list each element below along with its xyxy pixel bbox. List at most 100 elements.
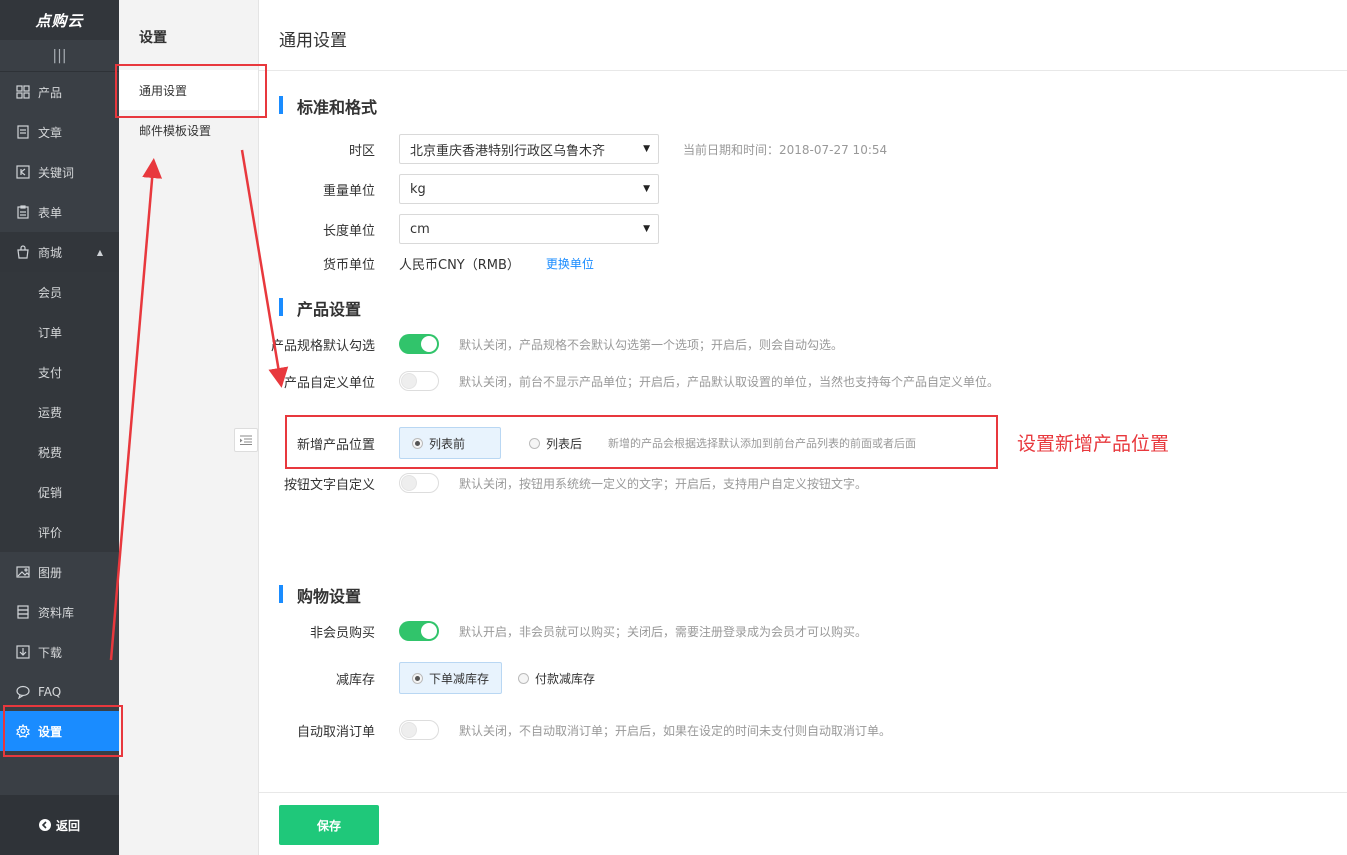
logo[interactable]: 点购云: [0, 0, 119, 40]
length-row: 长度单位 cm ▼: [259, 214, 659, 244]
spec-default-toggle[interactable]: [399, 334, 439, 354]
save-button[interactable]: 保存: [279, 805, 379, 845]
currency-value: 人民币CNY（RMB）: [399, 258, 520, 273]
spec-default-label: 产品规格默认勾选: [270, 338, 375, 354]
sidebar-item-label: 图册: [38, 565, 63, 580]
sidebar-item-label: 运费: [38, 405, 63, 420]
sidebar-item-forms[interactable]: 表单: [0, 192, 119, 232]
guest-purchase-toggle[interactable]: [399, 621, 439, 641]
sidebar-item-label: 会员: [38, 285, 63, 300]
sidebar-item-reviews[interactable]: 评价: [0, 512, 119, 552]
timezone-label: 时区: [348, 143, 375, 159]
weight-row: 重量单位 kg ▼: [259, 174, 659, 204]
toggle-subnav-button[interactable]: [234, 428, 258, 452]
download-icon: [16, 645, 30, 659]
sidebar-item-orders[interactable]: 订单: [0, 312, 119, 352]
length-select[interactable]: cm ▼: [399, 214, 659, 244]
stock-label: 减库存: [335, 672, 375, 688]
timezone-select[interactable]: 北京重庆香港特别行政区乌鲁木齐 ▼: [399, 134, 659, 164]
shop-icon: [16, 245, 30, 259]
guest-purchase-hint: 默认开启，非会员就可以购买；关闭后，需要注册登录成为会员才可以购买。: [459, 624, 868, 639]
spec-default-row: 产品规格默认勾选 默认关闭，产品规格不会默认勾选第一个选项；开启后，则会自动勾选…: [259, 334, 843, 354]
sidebar-item-label: FAQ: [38, 685, 62, 699]
clipboard-icon: [16, 205, 30, 219]
sidebar-item-tax[interactable]: 税费: [0, 432, 119, 472]
current-datetime: 当前日期和时间：2018-07-27 10:54: [683, 142, 888, 157]
sidebar-item-label: 订单: [38, 325, 63, 340]
weight-select[interactable]: kg ▼: [399, 174, 659, 204]
spec-default-hint: 默认关闭，产品规格不会默认勾选第一个选项；开启后，则会自动勾选。: [459, 337, 844, 352]
annotation-label: 设置新增产品位置: [1017, 433, 1170, 455]
sidebar-item-gallery[interactable]: 图册: [0, 552, 119, 592]
button-text-label: 按钮文字自定义: [283, 477, 375, 493]
sidebar-item-label: 支付: [38, 365, 63, 380]
stock-on-payment-option[interactable]: 付款减库存: [506, 662, 607, 694]
sidebar-item-label: 促销: [38, 485, 63, 500]
currency-label: 货币单位: [322, 258, 375, 273]
sidebar-item-downloads[interactable]: 下载: [0, 632, 119, 672]
length-value: cm: [410, 221, 430, 237]
back-arrow-icon: [38, 819, 51, 831]
weight-label: 重量单位: [322, 183, 375, 199]
sidebar-item-label: 关键词: [38, 165, 75, 180]
sidebar-item-label: 文章: [38, 125, 63, 140]
auto-cancel-row: 自动取消订单 默认关闭，不自动取消订单；开启后，如果在设定的时间未支付则自动取消…: [259, 720, 891, 740]
section-title-product: 产品设置: [279, 296, 361, 320]
annotation-box-general: [115, 64, 267, 118]
timezone-value: 北京重庆香港特别行政区乌鲁木齐: [410, 143, 606, 159]
sidebar-item-keywords[interactable]: 关键词: [0, 152, 119, 192]
radio-unchecked: [518, 672, 530, 684]
timezone-row: 时区 北京重庆香港特别行政区乌鲁木齐 ▼ 当前日期和时间：2018-07-27 1…: [259, 134, 887, 164]
custom-unit-toggle[interactable]: [399, 371, 439, 391]
subnav-title: 设置: [139, 30, 167, 46]
back-button[interactable]: 返回: [0, 795, 119, 855]
auto-cancel-hint: 默认关闭，不自动取消订单；开启后，如果在设定的时间未支付则自动取消订单。: [459, 723, 892, 738]
radio-checked: [412, 672, 423, 684]
change-unit-link[interactable]: 更换单位: [546, 255, 594, 272]
stock-row: 减库存 下单减库存 付款减库存: [259, 662, 607, 694]
chat-icon: [16, 685, 30, 699]
sidebar-item-label: 评价: [38, 525, 63, 540]
section-title-standard: 标准和格式: [279, 94, 377, 118]
button-text-hint: 默认关闭，按钮用系统统一定义的文字；开启后，支持用户自定义按钮文字。: [459, 476, 868, 491]
custom-unit-label: 产品自定义单位: [283, 375, 375, 391]
button-text-toggle[interactable]: [399, 473, 439, 493]
length-label: 长度单位: [322, 223, 375, 239]
sidebar-item-shipping[interactable]: 运费: [0, 392, 119, 432]
sidebar-item-members[interactable]: 会员: [0, 272, 119, 312]
logo-text: 点购云: [35, 11, 84, 30]
dropdown-arrow-icon: ▼: [643, 184, 650, 194]
database-icon: [16, 605, 30, 619]
guest-purchase-label: 非会员购买: [309, 625, 375, 641]
sidebar-item-promotion[interactable]: 促销: [0, 472, 119, 512]
sidebar-item-articles[interactable]: 文章: [0, 112, 119, 152]
sidebar-item-label: 下载: [38, 645, 63, 660]
option-label: 付款减库存: [535, 671, 596, 686]
dropdown-arrow-icon: ▼: [643, 144, 650, 154]
keyword-icon: [16, 165, 30, 179]
grid-icon: [16, 85, 30, 99]
currency-row: 货币单位 人民币CNY（RMB） 更换单位: [259, 254, 594, 273]
dropdown-arrow-icon: ▼: [643, 224, 650, 234]
guest-purchase-row: 非会员购买 默认开启，非会员就可以购买；关闭后，需要注册登录成为会员才可以购买。: [259, 621, 867, 641]
caret-up-icon: ▲: [96, 247, 103, 257]
annotation-box-position: [285, 415, 998, 469]
document-icon: [16, 125, 30, 139]
auto-cancel-label: 自动取消订单: [296, 724, 375, 740]
list-indent-icon: [240, 435, 252, 445]
annotation-box-settings: [3, 705, 123, 757]
custom-unit-row: 产品自定义单位 默认关闭，前台不显示产品单位；开启后，产品默认取设置的单位，当然…: [259, 371, 999, 391]
sidebar-item-shop[interactable]: 商城 ▲: [0, 232, 119, 272]
sidebar-item-label: 产品: [38, 85, 63, 100]
section-title-shopping: 购物设置: [279, 583, 361, 607]
weight-value: kg: [410, 181, 426, 197]
option-label: 下单减库存: [429, 671, 490, 686]
sidebar-item-label: 税费: [38, 445, 63, 460]
sidebar-item-payment[interactable]: 支付: [0, 352, 119, 392]
sidebar-item-library[interactable]: 资料库: [0, 592, 119, 632]
collapse-menu-button[interactable]: |||: [0, 40, 119, 72]
page-title: 通用设置: [259, 0, 1347, 71]
stock-on-order-option[interactable]: 下单减库存: [399, 662, 503, 694]
sidebar-item-products[interactable]: 产品: [0, 72, 119, 112]
auto-cancel-toggle[interactable]: [399, 720, 439, 740]
